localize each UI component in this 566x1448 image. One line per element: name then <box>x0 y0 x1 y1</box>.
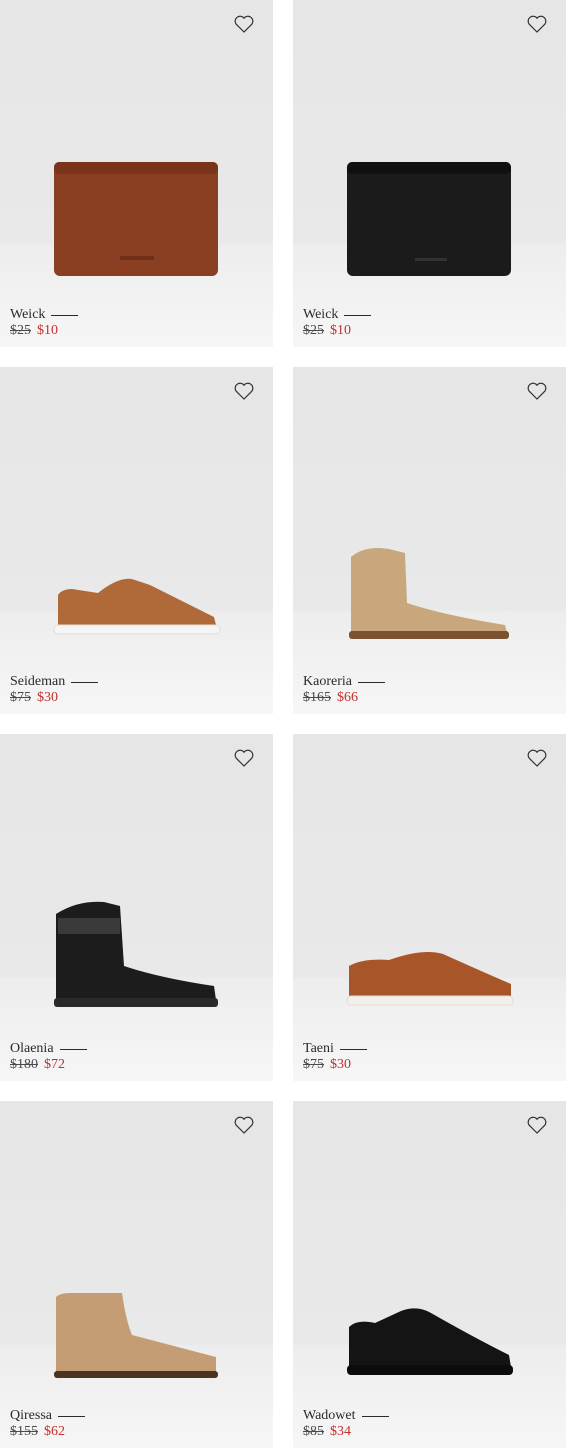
divider <box>58 1415 85 1417</box>
divider <box>71 681 99 683</box>
divider <box>344 314 372 316</box>
original-price: $165 <box>303 690 331 705</box>
moccasin-cognac-icon <box>293 734 566 1081</box>
divider <box>339 1048 367 1050</box>
product-name[interactable]: Kaoreria <box>303 674 352 690</box>
product-name[interactable]: Weick <box>10 307 45 323</box>
product-card[interactable]: Kaoreria $165 $66 <box>293 367 566 714</box>
original-price: $25 <box>303 323 324 338</box>
product-card[interactable]: Weick $25 $10 <box>0 0 273 347</box>
divider <box>59 1048 87 1050</box>
original-price: $75 <box>10 690 31 705</box>
product-card[interactable]: Seideman $75 $30 <box>0 367 273 714</box>
product-card[interactable]: Olaenia $180 $72 <box>0 734 273 1081</box>
original-price: $25 <box>10 323 31 338</box>
product-name[interactable]: Qiressa <box>10 1408 52 1424</box>
product-card[interactable]: Weick $25 $10 <box>293 0 566 347</box>
sale-price: $66 <box>337 690 358 705</box>
product-name[interactable]: Weick <box>303 307 338 323</box>
sale-price: $10 <box>330 323 351 338</box>
sale-price: $34 <box>330 1424 351 1439</box>
product-name[interactable]: Olaenia <box>10 1041 54 1057</box>
chelsea-boot-beige-icon <box>0 1101 273 1448</box>
divider <box>361 1415 389 1417</box>
divider <box>51 314 79 316</box>
original-price: $85 <box>303 1424 324 1439</box>
product-name[interactable]: Seideman <box>10 674 65 690</box>
sneaker-tan-icon <box>0 367 273 714</box>
product-card[interactable]: Taeni $75 $30 <box>293 734 566 1081</box>
boot-leather-black-icon <box>0 734 273 1081</box>
wallet-brown-icon <box>0 0 273 347</box>
sale-price: $30 <box>330 1057 351 1072</box>
wallet-black-icon <box>293 0 566 347</box>
divider <box>357 681 385 683</box>
product-card[interactable]: Qiressa $155 $62 <box>0 1101 273 1448</box>
boot-suede-beige-icon <box>293 367 566 714</box>
sale-price: $62 <box>44 1424 65 1439</box>
original-price: $155 <box>10 1424 38 1439</box>
sale-price: $10 <box>37 323 58 338</box>
product-name[interactable]: Wadowet <box>303 1408 356 1424</box>
sale-price: $72 <box>44 1057 65 1072</box>
original-price: $75 <box>303 1057 324 1072</box>
product-name[interactable]: Taeni <box>303 1041 334 1057</box>
sale-price: $30 <box>37 690 58 705</box>
original-price: $180 <box>10 1057 38 1072</box>
sneaker-patent-black-icon <box>293 1101 566 1448</box>
product-card[interactable]: Wadowet $85 $34 <box>293 1101 566 1448</box>
